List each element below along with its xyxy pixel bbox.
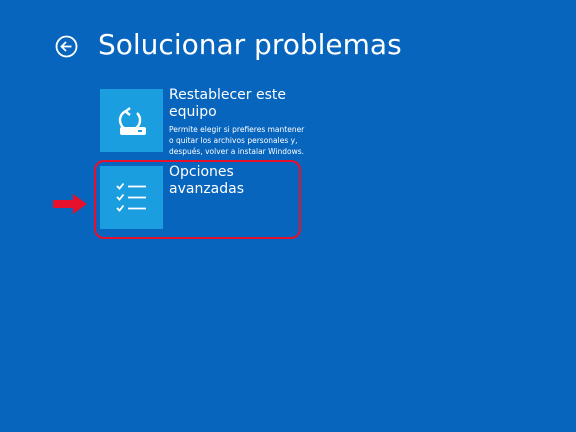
red-arrow-right-icon bbox=[53, 194, 87, 214]
back-button[interactable] bbox=[55, 35, 78, 58]
advanced-options-title: Opciones avanzadas bbox=[169, 164, 245, 197]
page-title: Solucionar problemas bbox=[98, 28, 402, 61]
advanced-options-option[interactable]: Opciones avanzadas bbox=[100, 164, 305, 232]
reset-pc-description: Permite elegir si prefieres mantener o q… bbox=[169, 125, 305, 156]
reset-pc-option[interactable]: Restablecer este equipo Permite elegir s… bbox=[100, 87, 305, 156]
reset-pc-title: Restablecer este equipo bbox=[169, 87, 286, 120]
troubleshoot-screen: Solucionar problemas Restablecer este eq… bbox=[0, 0, 576, 432]
checklist-icon bbox=[116, 182, 146, 212]
advanced-options-tile bbox=[100, 166, 163, 229]
reset-pc-tile bbox=[100, 89, 163, 152]
reset-pc-icon bbox=[118, 107, 146, 135]
back-arrow-circle-icon bbox=[55, 35, 78, 58]
